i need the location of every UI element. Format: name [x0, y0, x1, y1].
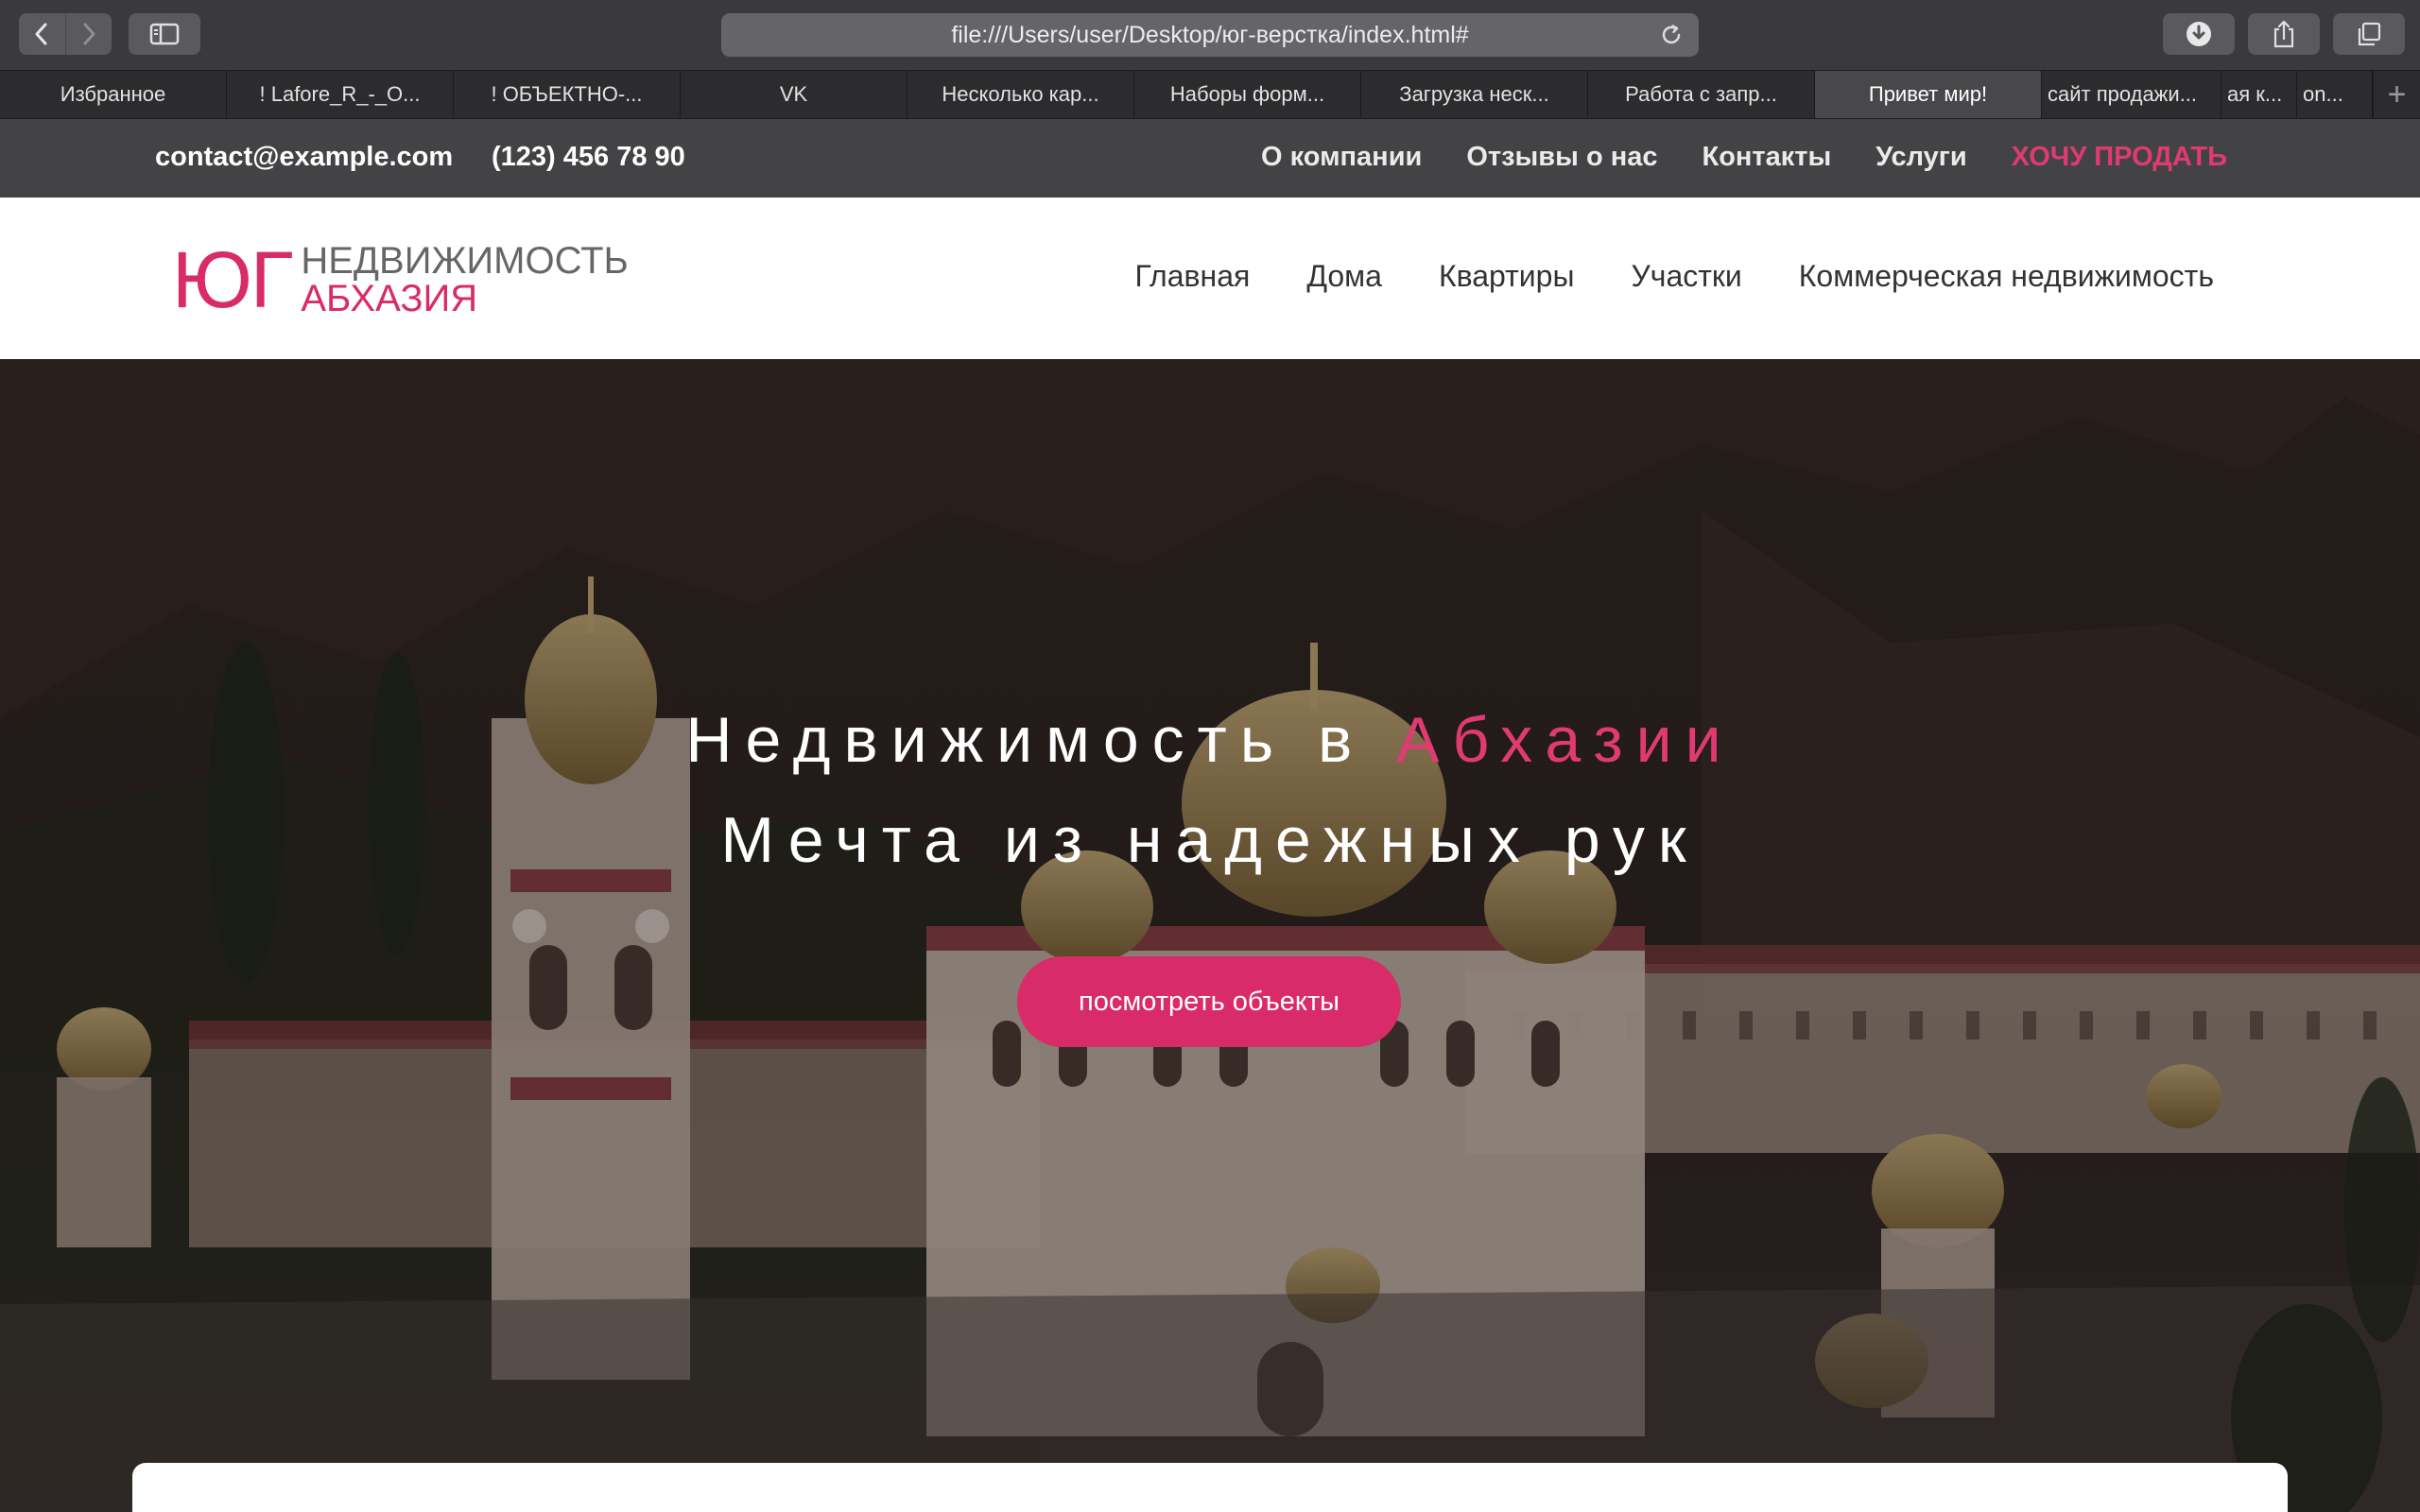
hero-subtitle: Мечта из надежных рук: [720, 804, 1700, 876]
top-link-about[interactable]: О компании: [1261, 142, 1422, 173]
tab-requests[interactable]: Работа с запр...: [1588, 71, 1815, 118]
hero-title-part1: Недвижимость в: [685, 704, 1397, 776]
tab-lafore[interactable]: ! Lafore_R_-_O...: [227, 71, 454, 118]
back-icon: [35, 23, 47, 45]
hero-title-highlight: Абхазии: [1396, 704, 1735, 776]
tabs-overview-button[interactable]: [2333, 13, 2405, 55]
downloads-button[interactable]: [2163, 13, 2235, 55]
logo-line2: АБХАЗИЯ: [301, 278, 478, 319]
tab-cards[interactable]: Несколько кар...: [908, 71, 1134, 118]
tab-favorites[interactable]: Избранное: [0, 71, 227, 118]
nav-commercial[interactable]: Коммерческая недвижимость: [1799, 259, 2214, 294]
top-link-services[interactable]: Услуги: [1876, 142, 1966, 173]
forward-button[interactable]: [66, 13, 112, 55]
top-links: О компании Отзывы о нас Контакты Услуги …: [1261, 142, 2227, 173]
nav-plots[interactable]: Участки: [1631, 259, 1741, 294]
share-button[interactable]: [2248, 13, 2320, 55]
top-link-reviews[interactable]: Отзывы о нас: [1466, 142, 1657, 173]
tab-vk[interactable]: VK: [681, 71, 908, 118]
browser-toolbar: file:///Users/user/Desktop/юг-верстка/in…: [0, 0, 2420, 70]
back-button[interactable]: [19, 13, 66, 55]
tab-bar: Избранное ! Lafore_R_-_O... ! ОБЪЕКТНО-.…: [0, 70, 2420, 119]
top-link-sell[interactable]: ХОЧУ ПРОДАТЬ: [2012, 142, 2227, 173]
site-header: ЮГ НЕДВИЖИМОСТЬ АБХАЗИЯ Главная Дома Ква…: [0, 198, 2420, 359]
contact-phone[interactable]: (123) 456 78 90: [492, 142, 685, 173]
download-icon: [2187, 22, 2211, 46]
tab-sale-site[interactable]: сайт продажи...: [2042, 71, 2221, 118]
logo-mark: ЮГ: [172, 235, 293, 324]
sidebar-icon: [149, 23, 180, 45]
history-buttons: [19, 13, 112, 55]
reload-icon: [1662, 25, 1681, 44]
new-tab-button[interactable]: +: [2373, 71, 2420, 118]
tab-forms[interactable]: Наборы форм...: [1134, 71, 1361, 118]
site-topbar: contact@example.com (123) 456 78 90 О ко…: [0, 119, 2420, 198]
address-bar[interactable]: file:///Users/user/Desktop/юг-верстка/in…: [721, 13, 1699, 57]
nav-houses[interactable]: Дома: [1306, 259, 1382, 294]
contact-email[interactable]: contact@example.com: [155, 142, 453, 173]
tab-on[interactable]: on...: [2297, 71, 2373, 118]
reload-button[interactable]: [1657, 21, 1685, 49]
logo-line1: НЕДВИЖИМОСТЬ: [301, 240, 629, 282]
hero-title-line1: Недвижимость в Абхазии: [0, 703, 2420, 777]
sidebar-button[interactable]: [129, 13, 200, 55]
main-nav: Главная Дома Квартиры Участки Коммерческ…: [1135, 259, 2214, 294]
tab-oop[interactable]: ! ОБЪЕКТНО-...: [454, 71, 681, 118]
site-logo[interactable]: ЮГ НЕДВИЖИМОСТЬ АБХАЗИЯ: [172, 235, 629, 324]
nav-home[interactable]: Главная: [1135, 259, 1251, 294]
tabs-overview-icon: [2358, 22, 2381, 46]
nav-apartments[interactable]: Квартиры: [1439, 259, 1575, 294]
top-link-contacts[interactable]: Контакты: [1703, 142, 1832, 173]
hero-overlay: [0, 359, 2420, 1512]
url-text: file:///Users/user/Desktop/юг-верстка/in…: [951, 21, 1469, 48]
share-icon: [2273, 20, 2294, 48]
hero-section: Недвижимость в Абхазии Мечта из надежных…: [0, 359, 2420, 1512]
tab-hello-world[interactable]: Привет мир!: [1815, 71, 2042, 118]
tab-ya-k[interactable]: ая к...: [2221, 71, 2297, 118]
view-listings-button[interactable]: посмотреть объекты: [1017, 956, 1401, 1047]
forward-icon: [83, 23, 95, 45]
logo-text: НЕДВИЖИМОСТЬ АБХАЗИЯ: [301, 242, 628, 318]
search-card: [132, 1463, 2288, 1512]
tab-upload[interactable]: Загрузка неск...: [1361, 71, 1588, 118]
